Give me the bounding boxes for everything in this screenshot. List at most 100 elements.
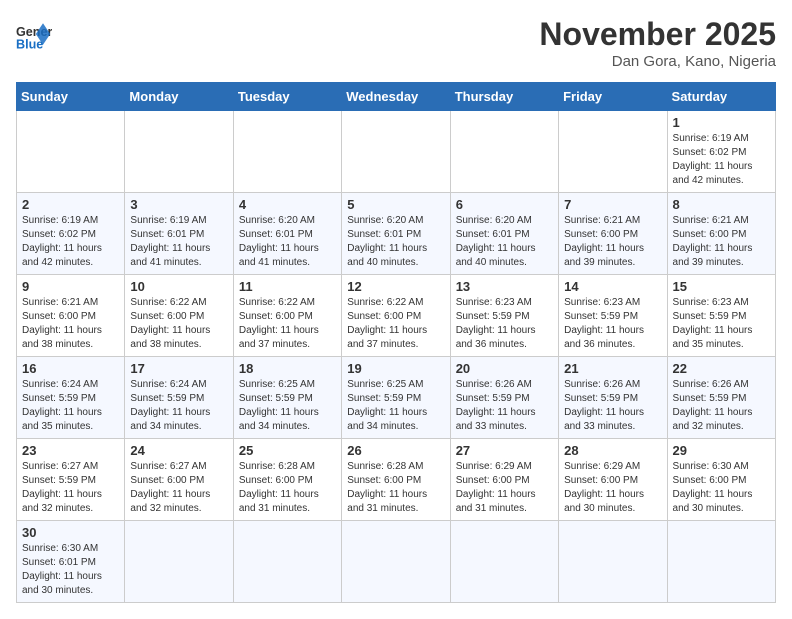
calendar-cell: 19 Sunrise: 6:25 AM Sunset: 5:59 PM Dayli… [342, 357, 450, 439]
calendar-cell: 20 Sunrise: 6:26 AM Sunset: 5:59 PM Dayli… [450, 357, 558, 439]
calendar-week-6: 30Sunrise: 6:30 AM Sunset: 6:01 PM Dayli… [17, 521, 776, 603]
calendar-cell: 16 Sunrise: 6:24 AM Sunset: 5:59 PM Dayli… [17, 357, 125, 439]
calendar-cell: 8 Sunrise: 6:21 AM Sunset: 6:00 PM Daylig… [667, 193, 775, 275]
day-number: 20 [456, 361, 553, 376]
day-header-saturday: Saturday [667, 83, 775, 111]
day-header-monday: Monday [125, 83, 233, 111]
day-info: Sunrise: 6:19 AM Sunset: 6:02 PM Dayligh… [673, 132, 770, 188]
day-info: Sunrise: 6:27 AM Sunset: 6:00 PM Dayligh… [130, 460, 227, 516]
calendar-cell: 18 Sunrise: 6:25 AM Sunset: 5:59 PM Dayli… [233, 357, 341, 439]
day-number: 9 [22, 279, 119, 294]
calendar-cell [342, 111, 450, 193]
day-info: Sunrise: 6:22 AM Sunset: 6:00 PM Dayligh… [130, 296, 227, 352]
calendar-week-4: 16 Sunrise: 6:24 AM Sunset: 5:59 PM Dayli… [17, 357, 776, 439]
day-info: Sunrise: 6:22 AM Sunset: 6:00 PM Dayligh… [239, 296, 336, 352]
day-number: 25 [239, 443, 336, 458]
day-info: Sunrise: 6:26 AM Sunset: 5:59 PM Dayligh… [456, 378, 553, 434]
calendar-cell [559, 111, 667, 193]
svg-text:Blue: Blue [16, 37, 43, 51]
calendar-cell: 6 Sunrise: 6:20 AM Sunset: 6:01 PM Daylig… [450, 193, 558, 275]
day-number: 3 [130, 197, 227, 212]
day-info: Sunrise: 6:23 AM Sunset: 5:59 PM Dayligh… [456, 296, 553, 352]
calendar-cell [125, 521, 233, 603]
day-info: Sunrise: 6:26 AM Sunset: 5:59 PM Dayligh… [673, 378, 770, 434]
location-subtitle: Dan Gora, Kano, Nigeria [539, 53, 776, 70]
day-info: Sunrise: 6:20 AM Sunset: 6:01 PM Dayligh… [456, 214, 553, 270]
day-info: Sunrise: 6:23 AM Sunset: 5:59 PM Dayligh… [673, 296, 770, 352]
day-header-sunday: Sunday [17, 83, 125, 111]
day-info: Sunrise: 6:19 AM Sunset: 6:02 PM Dayligh… [22, 214, 119, 270]
day-number: 23 [22, 443, 119, 458]
day-number: 7 [564, 197, 661, 212]
calendar-cell [667, 521, 775, 603]
day-info: Sunrise: 6:29 AM Sunset: 6:00 PM Dayligh… [564, 460, 661, 516]
calendar-cell: 27Sunrise: 6:29 AM Sunset: 6:00 PM Dayli… [450, 439, 558, 521]
day-info: Sunrise: 6:22 AM Sunset: 6:00 PM Dayligh… [347, 296, 444, 352]
calendar-week-3: 9Sunrise: 6:21 AM Sunset: 6:00 PM Daylig… [17, 275, 776, 357]
day-info: Sunrise: 6:20 AM Sunset: 6:01 PM Dayligh… [239, 214, 336, 270]
title-block: November 2025 Dan Gora, Kano, Nigeria [539, 16, 776, 70]
day-number: 1 [673, 115, 770, 130]
calendar-cell: 29Sunrise: 6:30 AM Sunset: 6:00 PM Dayli… [667, 439, 775, 521]
day-number: 4 [239, 197, 336, 212]
calendar-cell: 30Sunrise: 6:30 AM Sunset: 6:01 PM Dayli… [17, 521, 125, 603]
calendar-cell: 24 Sunrise: 6:27 AM Sunset: 6:00 PM Dayli… [125, 439, 233, 521]
day-info: Sunrise: 6:25 AM Sunset: 5:59 PM Dayligh… [347, 378, 444, 434]
day-number: 10 [130, 279, 227, 294]
day-number: 12 [347, 279, 444, 294]
day-number: 13 [456, 279, 553, 294]
calendar-cell: 23 Sunrise: 6:27 AM Sunset: 5:59 PM Dayli… [17, 439, 125, 521]
day-info: Sunrise: 6:27 AM Sunset: 5:59 PM Dayligh… [22, 460, 119, 516]
calendar-cell [450, 521, 558, 603]
day-number: 19 [347, 361, 444, 376]
day-number: 11 [239, 279, 336, 294]
calendar-table: SundayMondayTuesdayWednesdayThursdayFrid… [16, 82, 776, 603]
logo: General Blue [16, 16, 52, 52]
day-info: Sunrise: 6:19 AM Sunset: 6:01 PM Dayligh… [130, 214, 227, 270]
day-number: 28 [564, 443, 661, 458]
calendar-cell: 10 Sunrise: 6:22 AM Sunset: 6:00 PM Dayli… [125, 275, 233, 357]
calendar-cell: 25Sunrise: 6:28 AM Sunset: 6:00 PM Dayli… [233, 439, 341, 521]
calendar-cell: 4 Sunrise: 6:20 AM Sunset: 6:01 PM Daylig… [233, 193, 341, 275]
day-header-tuesday: Tuesday [233, 83, 341, 111]
calendar-cell [559, 521, 667, 603]
day-info: Sunrise: 6:30 AM Sunset: 6:00 PM Dayligh… [673, 460, 770, 516]
calendar-week-1: 1 Sunrise: 6:19 AM Sunset: 6:02 PM Daylig… [17, 111, 776, 193]
day-number: 5 [347, 197, 444, 212]
calendar-cell: 22 Sunrise: 6:26 AM Sunset: 5:59 PM Dayli… [667, 357, 775, 439]
day-number: 6 [456, 197, 553, 212]
calendar-cell [342, 521, 450, 603]
calendar-cell [450, 111, 558, 193]
day-number: 17 [130, 361, 227, 376]
day-number: 18 [239, 361, 336, 376]
calendar-header-row: SundayMondayTuesdayWednesdayThursdayFrid… [17, 83, 776, 111]
calendar-cell: 12 Sunrise: 6:22 AM Sunset: 6:00 PM Dayli… [342, 275, 450, 357]
calendar-cell: 17 Sunrise: 6:24 AM Sunset: 5:59 PM Dayli… [125, 357, 233, 439]
day-info: Sunrise: 6:24 AM Sunset: 5:59 PM Dayligh… [22, 378, 119, 434]
day-number: 2 [22, 197, 119, 212]
day-number: 22 [673, 361, 770, 376]
calendar-week-2: 2 Sunrise: 6:19 AM Sunset: 6:02 PM Daylig… [17, 193, 776, 275]
month-title: November 2025 [539, 16, 776, 53]
day-info: Sunrise: 6:23 AM Sunset: 5:59 PM Dayligh… [564, 296, 661, 352]
logo-icon: General Blue [16, 16, 52, 52]
calendar-week-5: 23 Sunrise: 6:27 AM Sunset: 5:59 PM Dayli… [17, 439, 776, 521]
day-number: 14 [564, 279, 661, 294]
day-number: 24 [130, 443, 227, 458]
day-info: Sunrise: 6:21 AM Sunset: 6:00 PM Dayligh… [673, 214, 770, 270]
calendar-cell [233, 521, 341, 603]
day-number: 27 [456, 443, 553, 458]
day-number: 15 [673, 279, 770, 294]
calendar-cell: 2 Sunrise: 6:19 AM Sunset: 6:02 PM Daylig… [17, 193, 125, 275]
day-info: Sunrise: 6:20 AM Sunset: 6:01 PM Dayligh… [347, 214, 444, 270]
day-info: Sunrise: 6:26 AM Sunset: 5:59 PM Dayligh… [564, 378, 661, 434]
calendar-cell: 26Sunrise: 6:28 AM Sunset: 6:00 PM Dayli… [342, 439, 450, 521]
day-info: Sunrise: 6:25 AM Sunset: 5:59 PM Dayligh… [239, 378, 336, 434]
day-number: 30 [22, 525, 119, 540]
day-number: 26 [347, 443, 444, 458]
day-info: Sunrise: 6:24 AM Sunset: 5:59 PM Dayligh… [130, 378, 227, 434]
calendar-cell [125, 111, 233, 193]
day-number: 8 [673, 197, 770, 212]
day-number: 16 [22, 361, 119, 376]
calendar-cell: 3 Sunrise: 6:19 AM Sunset: 6:01 PM Daylig… [125, 193, 233, 275]
